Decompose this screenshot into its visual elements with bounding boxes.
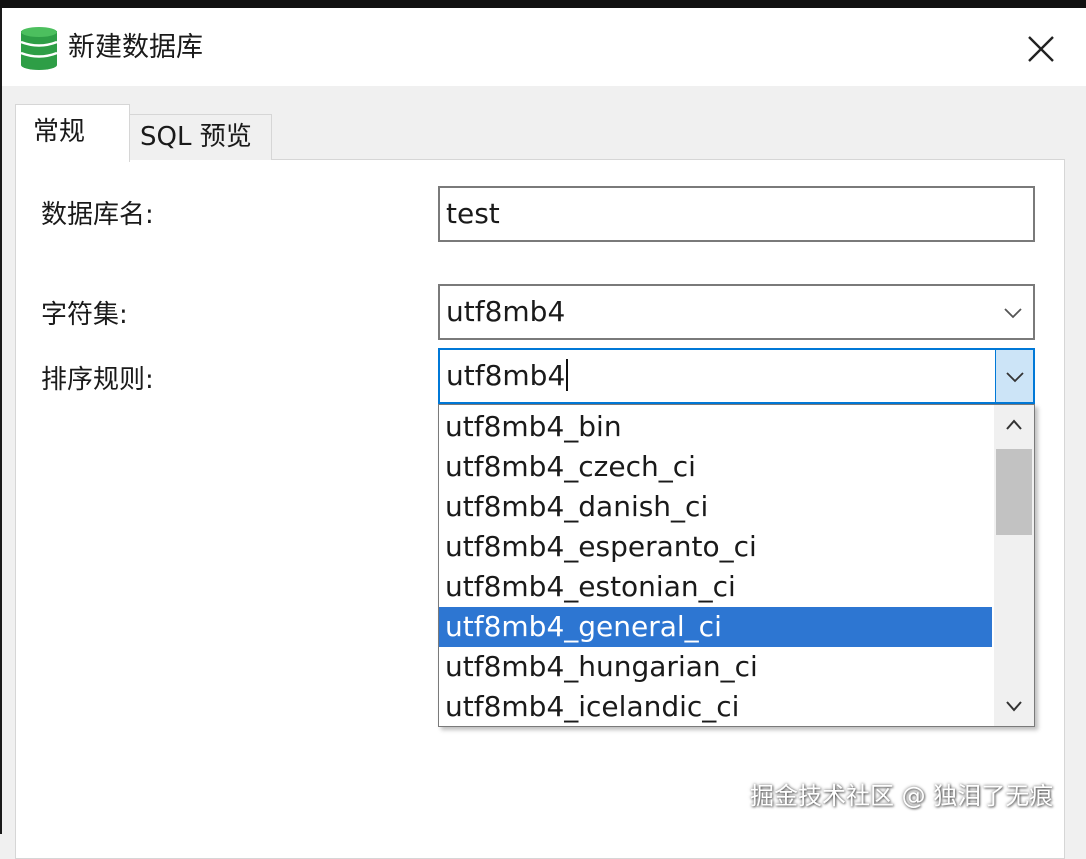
db-name-label: 数据库名: [41, 200, 154, 230]
title-bar: 新建数据库 [2, 8, 1086, 86]
scroll-up-button[interactable] [994, 405, 1034, 445]
charset-label: 字符集: [41, 300, 128, 330]
collation-option[interactable]: utf8mb4_czech_ci [439, 447, 992, 487]
collation-option[interactable]: utf8mb4_estonian_ci [439, 567, 992, 607]
collation-option[interactable]: utf8mb4_bin [439, 407, 992, 447]
collation-dropdown-button[interactable] [995, 350, 1033, 402]
window-top-border [0, 0, 1086, 8]
collation-input-text[interactable]: utf8mb4 [446, 359, 565, 392]
collation-option[interactable]: utf8mb4_esperanto_ci [439, 527, 992, 567]
collation-option[interactable]: utf8mb4_icelandic_ci [439, 687, 992, 727]
close-icon [1028, 36, 1054, 62]
collation-option-selected[interactable]: utf8mb4_general_ci [439, 607, 992, 647]
collation-dropdown-list: utf8mb4_bin utf8mb4_czech_ci utf8mb4_dan… [438, 404, 1035, 727]
database-icon [20, 26, 58, 70]
dropdown-scrollbar[interactable] [994, 405, 1034, 726]
collation-option[interactable]: utf8mb4_hungarian_ci [439, 647, 992, 687]
dialog-title: 新建数据库 [68, 32, 203, 63]
db-name-input[interactable]: test [438, 186, 1035, 242]
chevron-down-icon[interactable] [1001, 300, 1025, 324]
charset-value: utf8mb4 [446, 295, 566, 328]
chevron-up-icon [1006, 419, 1022, 430]
close-button[interactable] [1018, 26, 1064, 72]
chevron-down-icon [1005, 372, 1024, 383]
collation-combobox[interactable]: utf8mb4 [438, 348, 1035, 404]
text-caret [566, 359, 569, 391]
tab-general[interactable]: 常规 [15, 104, 130, 162]
watermark: 掘金技术社区 @ 独泪了无痕 [750, 782, 1054, 810]
collation-option[interactable]: utf8mb4_danish_ci [439, 487, 992, 527]
charset-select[interactable]: utf8mb4 [438, 284, 1035, 340]
tab-sql-preview[interactable]: SQL 预览 [129, 114, 272, 160]
chevron-down-icon [1006, 701, 1022, 712]
scroll-thumb[interactable] [996, 449, 1032, 535]
collation-label: 排序规则: [41, 365, 154, 395]
scroll-down-button[interactable] [994, 686, 1034, 726]
